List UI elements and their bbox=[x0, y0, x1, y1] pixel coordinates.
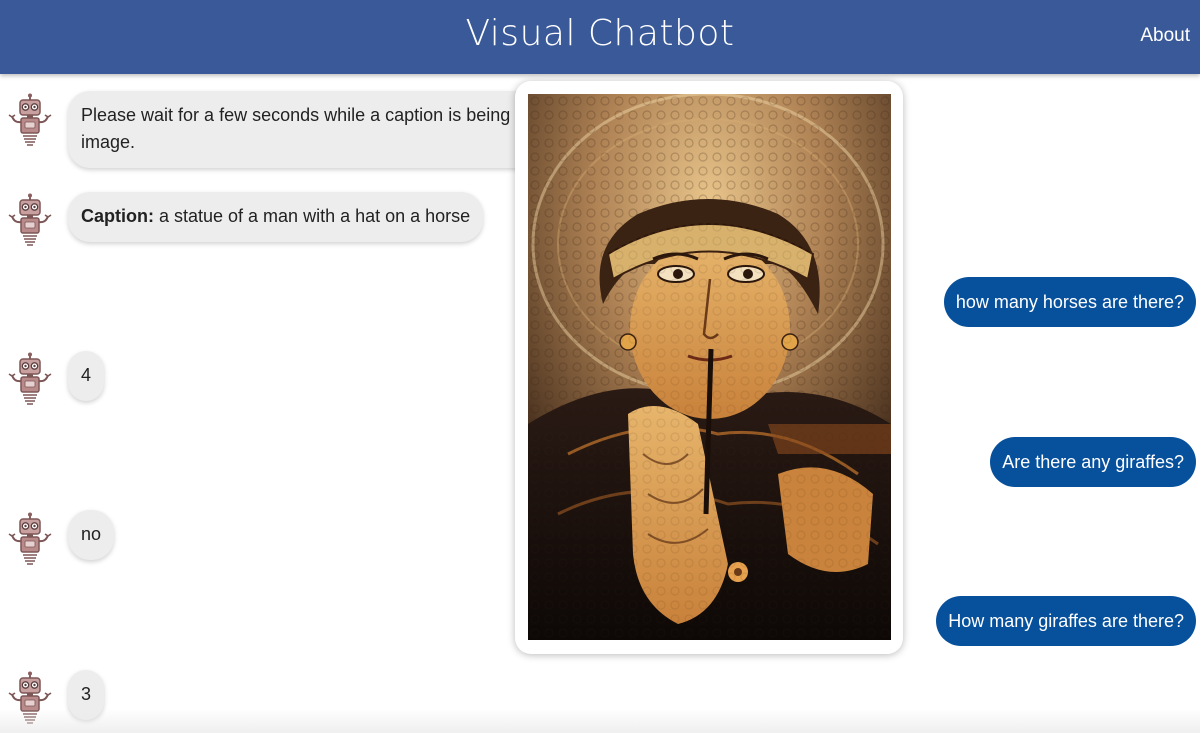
header-bar: Visual Chatbot About bbox=[0, 0, 1200, 74]
robot-icon bbox=[8, 93, 52, 151]
robot-icon bbox=[8, 193, 52, 251]
user-message: how many horses are there? bbox=[943, 277, 1196, 327]
robot-icon bbox=[8, 512, 52, 570]
page-title: Visual Chatbot bbox=[465, 13, 735, 54]
caption-label: Caption: bbox=[81, 206, 154, 226]
bot-message-waiting: Please wait for a few seconds while a ca… bbox=[68, 91, 568, 168]
portrait-painting bbox=[528, 94, 891, 640]
about-link[interactable]: About bbox=[1140, 25, 1190, 47]
bot-answer: 4 bbox=[68, 351, 105, 401]
bot-message-text: image. bbox=[81, 132, 136, 152]
visual-chatbot-app: Visual Chatbot About Please wait for a f… bbox=[0, 0, 1200, 733]
user-message: How many giraffes are there? bbox=[936, 596, 1196, 646]
bot-message-caption: Caption: a statue of a man with a hat on… bbox=[68, 192, 484, 242]
caption-text: a statue of a man with a hat on a horse bbox=[153, 206, 471, 226]
robot-icon bbox=[8, 352, 52, 410]
bottom-fade bbox=[0, 709, 1200, 733]
robot-icon bbox=[8, 671, 52, 729]
bot-message-text: Please wait for a few seconds while a ca… bbox=[81, 105, 536, 125]
image-card bbox=[515, 81, 903, 654]
user-message: Are there any giraffes? bbox=[990, 437, 1196, 487]
bot-answer: no bbox=[68, 510, 115, 560]
bot-answer: 3 bbox=[68, 670, 105, 720]
